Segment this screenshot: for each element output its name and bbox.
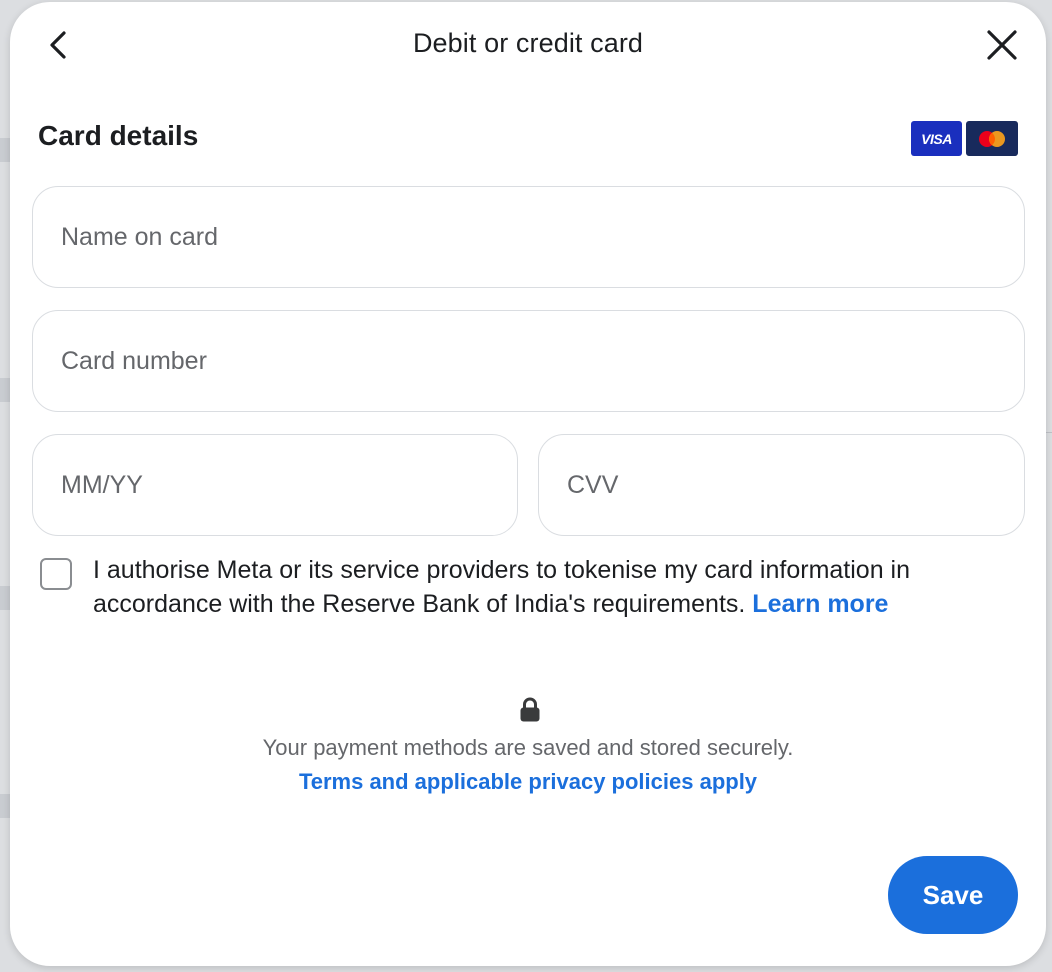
learn-more-link[interactable]: Learn more — [752, 590, 888, 618]
tokenisation-consent: I authorise Meta or its service provider… — [40, 553, 1014, 621]
cvv-input[interactable] — [539, 435, 1024, 535]
modal-title: Debit or credit card — [412, 28, 644, 58]
mastercard-logo-icon — [966, 121, 1018, 156]
close-icon — [987, 30, 1017, 60]
card-details-heading: Card details — [38, 120, 199, 151]
cvv-field[interactable] — [538, 434, 1025, 536]
consent-text: I authorise Meta or its service provider… — [93, 553, 1014, 621]
security-message: Your payment methods are saved and store… — [262, 735, 794, 760]
lock-icon — [520, 697, 540, 722]
accepted-cards: VISA — [911, 121, 1018, 156]
expiry-input[interactable] — [33, 435, 517, 535]
consent-checkbox[interactable] — [40, 558, 72, 590]
card-number-input[interactable] — [33, 311, 1024, 411]
card-details-modal: Debit or credit card Card details VISA N… — [10, 2, 1046, 966]
close-button[interactable] — [984, 27, 1020, 63]
save-button[interactable]: Save — [888, 856, 1018, 934]
card-number-field[interactable] — [32, 310, 1025, 412]
security-notice: Your payment methods are saved and store… — [10, 697, 1046, 795]
name-on-card-field[interactable] — [32, 186, 1025, 288]
name-on-card-input[interactable] — [33, 187, 1024, 287]
visa-logo: VISA — [911, 121, 962, 156]
expiry-field[interactable] — [32, 434, 518, 536]
terms-privacy-link[interactable]: Terms and applicable privacy policies ap… — [10, 769, 1046, 795]
